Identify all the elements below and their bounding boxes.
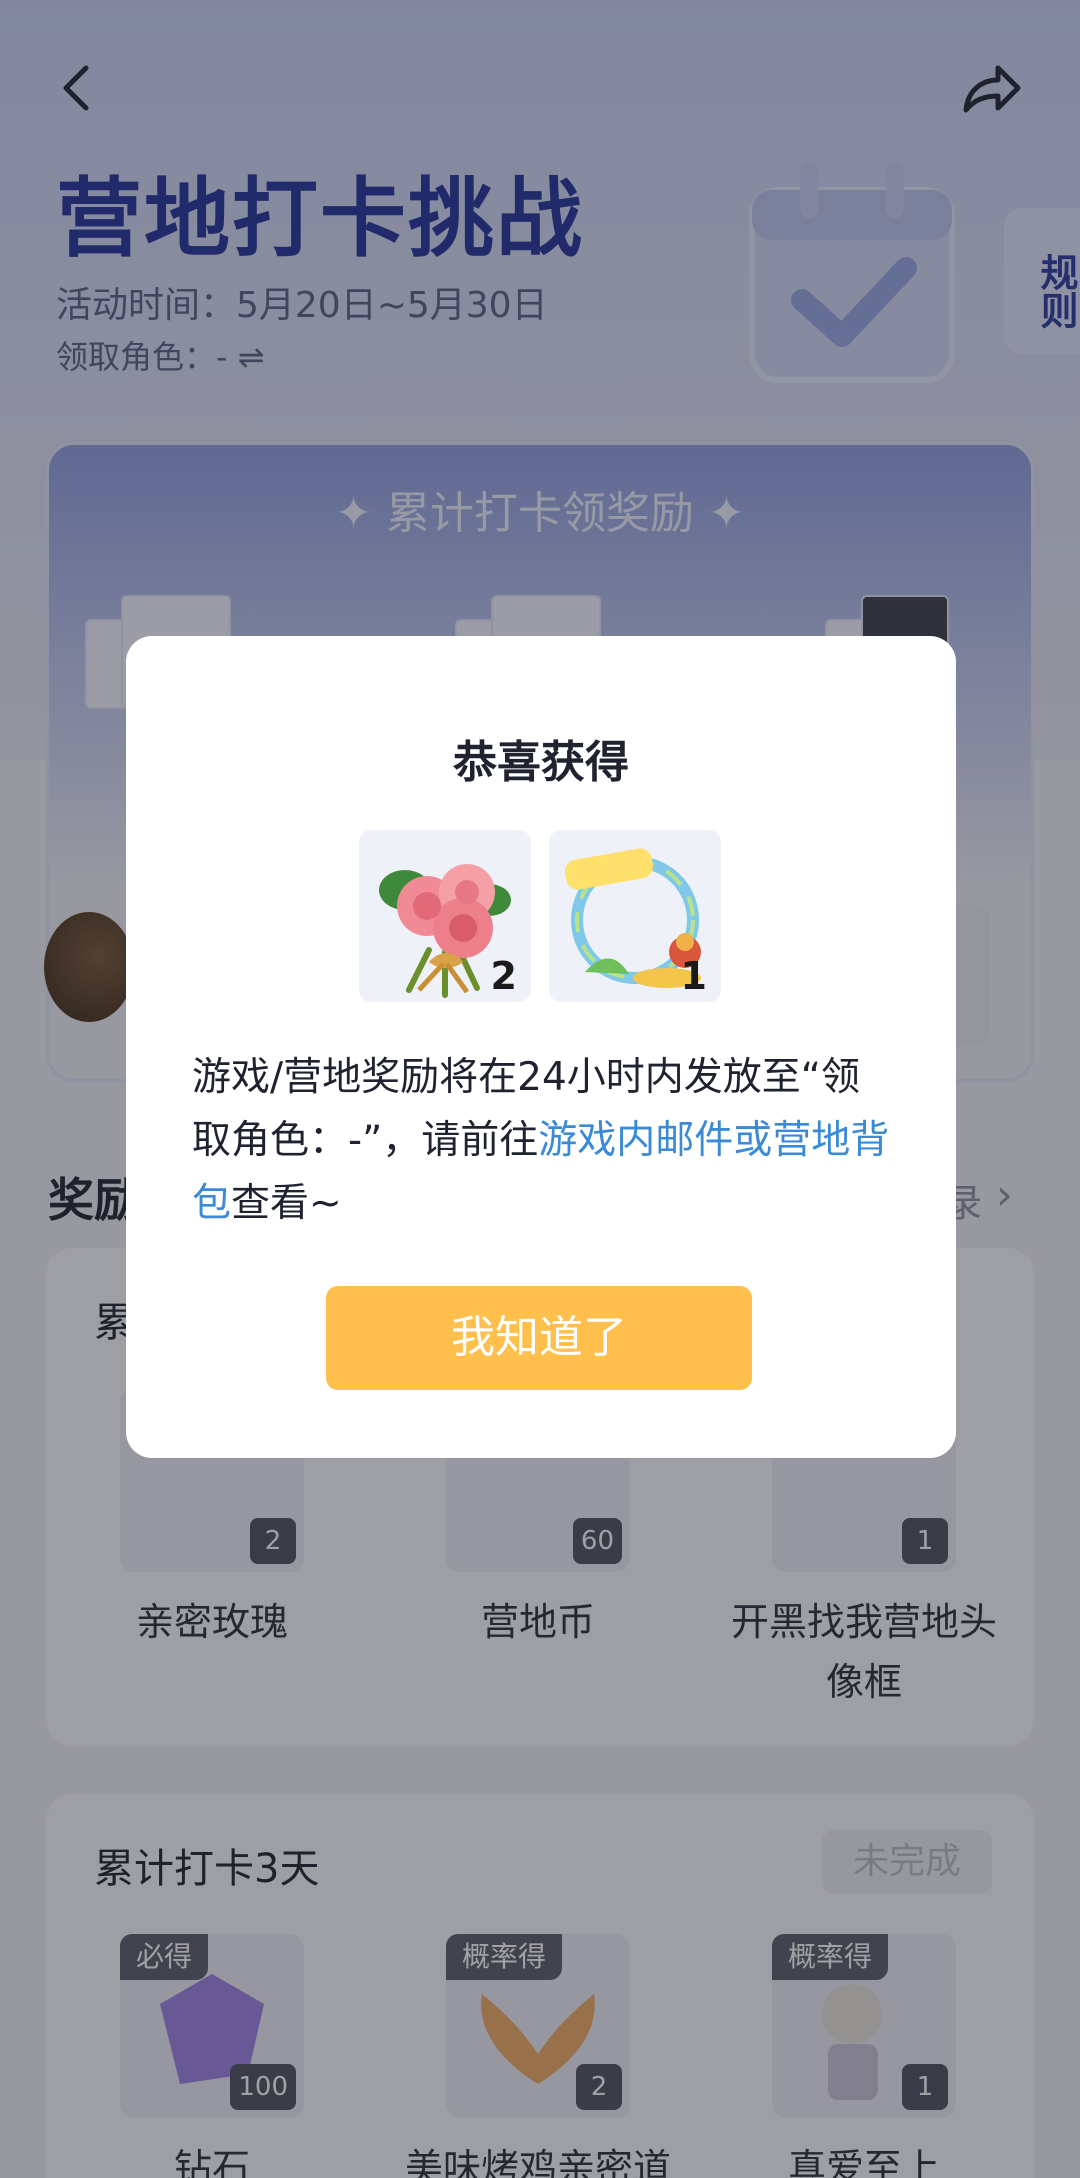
- confirm-button[interactable]: 我知道了: [326, 1286, 752, 1390]
- message-text: 查看~: [231, 1181, 342, 1226]
- dialog-title: 恭喜获得: [453, 737, 629, 788]
- prize-item: 1: [549, 830, 721, 1002]
- dialog-message: 游戏/营地奖励将在24小时内发放至“领取角色：-”，请前往游戏内邮件或营地背包查…: [192, 1046, 892, 1235]
- reward-dialog: 恭喜获得 2 1 游戏/营地奖励将在24小时内发放至“领取角色：-”，请前往游戏…: [126, 636, 956, 1458]
- prize-count: 2: [490, 954, 517, 998]
- prize-count: 1: [680, 954, 707, 998]
- prize-item: 2: [359, 830, 531, 1002]
